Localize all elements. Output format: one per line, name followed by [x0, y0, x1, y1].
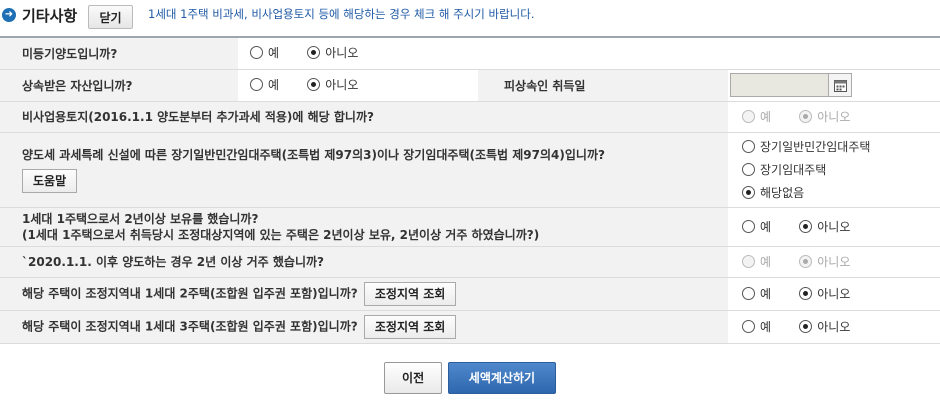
radio-selected-icon: [799, 254, 813, 268]
footer-actions: 이전 세액계산하기: [0, 362, 940, 394]
row-nonbusiness-land: 비사업용토지(2016.1.1 양도분부터 추가과세 적용)에 해당 합니까? …: [0, 101, 940, 133]
calendar-button[interactable]: [828, 73, 852, 97]
calendar-icon: [834, 80, 847, 92]
row-three-house: 해당 주택이 조정지역내 1세대 3주택(조합원 입주권 포함)입니까? 조정지…: [0, 310, 940, 344]
radio-not-applicable[interactable]: 해당없음: [742, 184, 940, 201]
question-rental-housing: 양도세 과세특례 신설에 따른 장기일반민간임대주택(조특법 제97의3)이나 …: [22, 148, 605, 162]
radio-circle-icon: [250, 46, 263, 60]
radio-circle-icon: [742, 109, 755, 123]
row-unregistered: 미등기양도입니까? 예 아니오: [0, 37, 940, 70]
radio-inherited-no[interactable]: 아니오: [307, 76, 358, 93]
question-residence-2020: `2020.1.1. 이후 양도하는 경우 2년 이상 거주 했습니까?: [0, 246, 728, 278]
radio-selected-icon: [799, 109, 813, 123]
radio-circle-icon: [742, 286, 755, 300]
radio-residence-no[interactable]: 아니오: [799, 253, 850, 270]
close-button[interactable]: 닫기: [88, 5, 133, 29]
radio-one-house-no[interactable]: 아니오: [799, 218, 850, 235]
radio-selected-icon: [307, 78, 321, 91]
radio-unregistered-yes[interactable]: 예: [250, 44, 279, 61]
radio-nonbusiness-no[interactable]: 아니오: [799, 108, 850, 125]
row-one-house: 1세대 1주택으로서 2년이상 보유를 했습니까? (1세대 1주택으로서 취득…: [0, 207, 940, 247]
radio-three-house-yes[interactable]: 예: [742, 318, 771, 335]
adjusted-area-lookup-button[interactable]: 조정지역 조회: [363, 281, 457, 306]
radio-selected-icon: [799, 286, 813, 300]
row-two-house: 해당 주택이 조정지역내 1세대 2주택(조합원 입주권 포함)입니까? 조정지…: [0, 277, 940, 311]
question-three-house: 해당 주택이 조정지역내 1세대 3주택(조합원 입주권 포함)입니까?: [22, 319, 358, 333]
radio-circle-icon: [742, 219, 755, 233]
question-two-house: 해당 주택이 조정지역내 1세대 2주택(조합원 입주권 포함)입니까?: [22, 286, 358, 300]
radio-residence-yes[interactable]: 예: [742, 253, 771, 270]
label-decedent-acquisition-date: 피상속인 취득일: [478, 69, 728, 102]
radio-selected-icon: [742, 186, 755, 199]
section-header: ➜ 기타사항 닫기 1세대 1주택 비과세, 비사업용토지 등에 해당하는 경우…: [0, 0, 940, 34]
radio-circle-icon: [742, 254, 755, 268]
radio-two-house-no[interactable]: 아니오: [799, 285, 850, 302]
question-inherited: 상속받은 자산입니까?: [0, 69, 238, 102]
radio-selected-icon: [307, 46, 321, 60]
section-description: 1세대 1주택 비과세, 비사업용토지 등에 해당하는 경우 체크 해 주시기 …: [148, 7, 535, 21]
question-one-house-line1: 1세대 1주택으로서 2년이상 보유를 했습니까?: [22, 211, 259, 226]
arrow-right-icon: ➜: [2, 8, 16, 22]
radio-one-house-yes[interactable]: 예: [742, 218, 771, 235]
question-nonbusiness-land: 비사업용토지(2016.1.1 양도분부터 추가과세 적용)에 해당 합니까?: [0, 101, 728, 133]
question-unregistered: 미등기양도입니까?: [0, 37, 238, 70]
row-residence-2020: `2020.1.1. 이후 양도하는 경우 2년 이상 거주 했습니까? 예 아…: [0, 246, 940, 278]
row-inherited: 상속받은 자산입니까? 예 아니오 피상속인 취득일: [0, 69, 940, 102]
other-info-form: 미등기양도입니까? 예 아니오 상속받은 자산입니까? 예 아니오 피상속인 취…: [0, 36, 940, 344]
radio-circle-icon: [742, 163, 755, 176]
radio-circle-icon: [742, 319, 755, 333]
radio-three-house-no[interactable]: 아니오: [799, 318, 850, 335]
help-button[interactable]: 도움말: [22, 169, 78, 193]
radio-inherited-yes[interactable]: 예: [250, 76, 279, 93]
radio-circle-icon: [742, 140, 755, 153]
calculate-tax-button[interactable]: 세액계산하기: [447, 362, 556, 394]
radio-nonbusiness-yes[interactable]: 예: [742, 108, 771, 125]
radio-two-house-yes[interactable]: 예: [742, 285, 771, 302]
radio-selected-icon: [799, 219, 813, 233]
radio-long-term-rental[interactable]: 장기임대주택: [742, 161, 940, 178]
adjusted-area-lookup-button[interactable]: 조정지역 조회: [363, 314, 457, 339]
previous-button[interactable]: 이전: [384, 362, 443, 394]
radio-circle-icon: [250, 78, 263, 91]
section-title: 기타사항: [22, 7, 78, 25]
question-one-house-line2: (1세대 1주택으로서 취득당시 조정대상지역에 있는 주택은 2년이상 보유,…: [22, 227, 540, 242]
decedent-acquisition-date-input[interactable]: [730, 73, 829, 97]
radio-long-term-private-rental[interactable]: 장기일반민간임대주택: [742, 138, 940, 155]
radio-selected-icon: [799, 319, 813, 333]
radio-unregistered-no[interactable]: 아니오: [307, 44, 358, 61]
row-rental-housing: 양도세 과세특례 신설에 따른 장기일반민간임대주택(조특법 제97의3)이나 …: [0, 132, 940, 208]
